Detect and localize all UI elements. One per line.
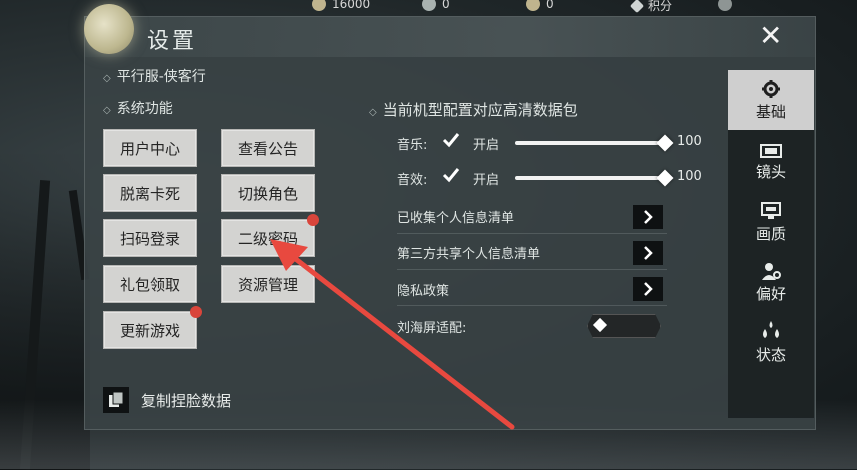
collected-info-arrow-button[interactable] [633, 205, 663, 229]
sfx-enable-label: 开启 [473, 173, 500, 188]
qr-login-button[interactable]: 扫码登录 [103, 219, 197, 257]
music-checkbox[interactable] [441, 130, 461, 150]
divider [397, 233, 667, 234]
close-button[interactable]: ✕ [759, 21, 782, 51]
monitor-icon [761, 201, 781, 219]
moon-emblem [84, 4, 134, 54]
user-settings-icon [762, 262, 781, 280]
coin-icon [312, 0, 326, 11]
system-section-title: ◇ 系统功能 [103, 101, 173, 117]
third-party-info-arrow-button[interactable] [633, 241, 663, 265]
music-slider-knob[interactable] [656, 134, 674, 152]
diamond-bullet-icon: ◇ [369, 107, 377, 118]
sfx-slider[interactable] [515, 176, 665, 180]
tab-basic-label: 基础 [755, 102, 786, 121]
tab-camera[interactable]: 镜头 [728, 132, 814, 192]
tab-status[interactable]: 状态 [728, 312, 814, 372]
sfx-value: 100 [677, 169, 702, 184]
user-center-button[interactable]: 用户中心 [103, 129, 197, 167]
tab-camera-label: 镜头 [755, 162, 786, 181]
music-slider[interactable] [515, 141, 665, 145]
unstuck-button[interactable]: 脱离卡死 [103, 174, 197, 212]
notification-dot [307, 214, 319, 226]
sfx-label: 音效: [397, 173, 428, 188]
tab-graphics-label: 画质 [755, 224, 786, 243]
copy-face-data-label: 复制捏脸数据 [141, 391, 232, 410]
gear-icon [762, 79, 780, 98]
points-icon [629, 0, 645, 13]
tab-graphics[interactable]: 画质 [728, 192, 814, 252]
sfx-checkbox[interactable] [441, 165, 461, 185]
token-icon [526, 0, 540, 11]
chevron-right-icon [644, 246, 653, 260]
music-label: 音乐: [397, 138, 428, 153]
diamond-bullet-icon: ◇ [103, 73, 111, 84]
drops-icon [763, 320, 779, 338]
switch-character-button[interactable]: 切换角色 [221, 174, 315, 212]
tab-basic[interactable]: 基础 [728, 70, 814, 130]
copy-face-data-button[interactable]: 复制捏脸数据 [103, 387, 231, 413]
copy-icon [103, 387, 129, 413]
collected-info-label: 已收集个人信息清单 [397, 211, 515, 226]
privacy-policy-arrow-button[interactable] [633, 277, 663, 301]
currency-token: 0 [526, 0, 554, 11]
currency-coin: 16000 [312, 0, 370, 11]
update-game-button[interactable]: 更新游戏 [103, 311, 197, 349]
music-enable-label: 开启 [473, 138, 500, 153]
settings-sidebar: 基础 镜头 画质 偏好 状态 [728, 70, 814, 418]
hd-package-title: ◇ 当前机型配置对应高清数据包 [369, 101, 578, 119]
sfx-slider-knob[interactable] [656, 169, 674, 187]
notification-dot [190, 306, 202, 318]
chevron-right-icon [644, 282, 653, 296]
gift-redeem-button[interactable]: 礼包领取 [103, 265, 197, 303]
currency-points: 积分 [629, 0, 672, 14]
film-icon [760, 143, 782, 158]
music-value: 100 [677, 134, 702, 149]
settings-mini-icon [718, 0, 732, 11]
window-title: 设置 [147, 29, 198, 54]
tab-preferences[interactable]: 偏好 [728, 252, 814, 312]
tab-preferences-label: 偏好 [755, 284, 786, 303]
server-name: ◇ 平行服-侠客行 [103, 69, 206, 85]
diamond-bullet-icon: ◇ [103, 105, 111, 116]
chevron-right-icon [644, 210, 653, 224]
gem-icon [422, 0, 436, 11]
tab-status-label: 状态 [755, 345, 786, 364]
currency-gem: 0 [422, 0, 450, 11]
announcement-button[interactable]: 查看公告 [221, 129, 315, 167]
currency-extra [718, 0, 732, 11]
red-arrow-annotation [270, 239, 515, 430]
